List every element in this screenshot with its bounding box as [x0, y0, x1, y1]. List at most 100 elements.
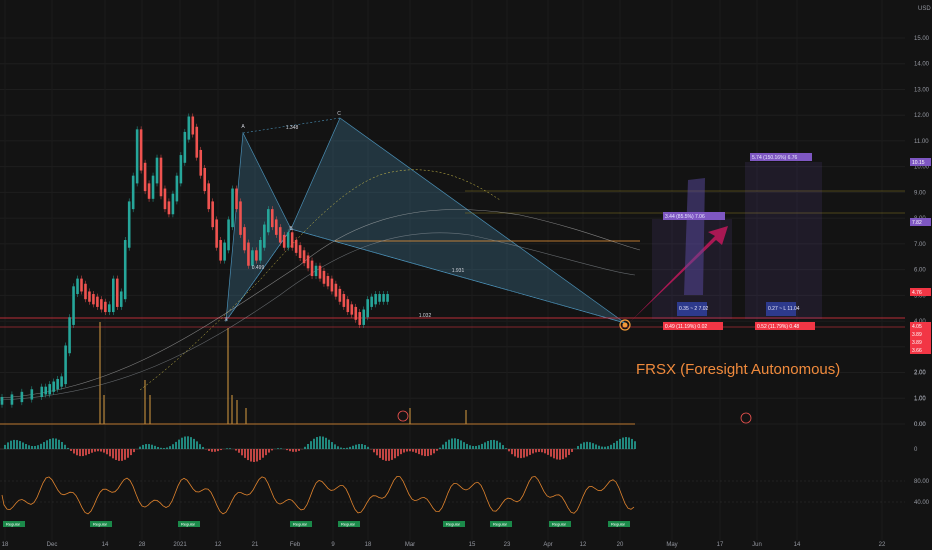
pattern-point-d-core — [622, 322, 628, 328]
macd-bar — [34, 445, 36, 449]
x-tick-label: Feb — [290, 542, 301, 548]
macd-bar — [58, 439, 60, 449]
x-tick-label: 20 — [617, 542, 624, 548]
macd-bar — [67, 447, 69, 449]
macd-bar — [568, 449, 570, 455]
macd-bar — [298, 449, 300, 451]
macd-bar — [595, 444, 597, 449]
macd-bar — [391, 449, 393, 460]
price-tag-label: 3.66 — [912, 348, 922, 354]
candle-body — [362, 309, 366, 325]
pattern-ratio-label: 1.348 — [286, 125, 299, 131]
macd-bar — [403, 449, 405, 453]
macd-bar — [193, 438, 195, 449]
x-tick-label: Apr — [543, 542, 552, 548]
x-tick-label: Mar — [405, 542, 415, 548]
macd-bar — [118, 449, 120, 461]
macd-bar — [277, 448, 279, 449]
y-tick-label: 6.00 — [914, 268, 926, 274]
candle-body — [40, 386, 44, 397]
candle-body — [119, 291, 123, 307]
macd-bar — [607, 446, 609, 449]
macd-bar — [148, 444, 150, 449]
macd-bar — [73, 449, 75, 454]
macd-bar — [49, 438, 51, 449]
macd-bar — [139, 446, 141, 449]
macd-bar — [622, 437, 624, 449]
macd-bar — [619, 438, 621, 449]
x-tick-label: Dec — [47, 542, 58, 548]
macd-bar — [565, 449, 567, 458]
candle-body — [255, 250, 258, 261]
x-tick-label: 14 — [102, 542, 109, 548]
macd-bar — [511, 449, 513, 455]
candle-body — [294, 240, 298, 253]
macd-bar — [133, 449, 135, 453]
macd-bar — [178, 439, 180, 449]
macd-bar — [472, 446, 474, 449]
macd-bar — [316, 437, 318, 449]
candle-body — [358, 312, 362, 325]
y-tick-label: 12.00 — [914, 113, 930, 119]
candle-body — [386, 294, 389, 302]
candle-body — [235, 188, 238, 210]
candle-body — [175, 175, 179, 202]
macd-bar — [373, 449, 375, 453]
candle-body — [207, 183, 210, 210]
macd-bar — [436, 449, 438, 451]
rsi-tick-label: 40.00 — [914, 500, 930, 506]
candle-body — [211, 201, 214, 228]
target-label: 5.74 (150.16%) 6.76 — [752, 155, 798, 161]
macd-bar — [427, 449, 429, 457]
candle-body — [346, 299, 350, 313]
macd-bar — [481, 443, 483, 449]
macd-bar — [631, 438, 633, 449]
candle-body — [151, 175, 155, 199]
candle-body — [72, 286, 75, 325]
candle-body — [374, 294, 377, 305]
candle-body — [80, 278, 83, 292]
candle-body — [52, 381, 55, 392]
candle-body — [223, 242, 226, 261]
macd-bar — [463, 442, 465, 449]
candle-body — [366, 299, 369, 318]
candle-body — [163, 188, 167, 210]
macd-bar — [331, 442, 333, 449]
macd-bar — [508, 449, 510, 452]
macd-bar — [25, 444, 27, 449]
macd-bar — [451, 438, 453, 449]
macd-bar — [457, 439, 459, 449]
price-tag-label: 4.05 — [912, 324, 922, 330]
candle-body — [0, 396, 4, 405]
macd-bar — [304, 446, 306, 449]
candle-body — [96, 296, 99, 307]
candle-body — [310, 260, 314, 277]
volume-tick-label: 1.00 — [914, 396, 926, 402]
macd-bar — [412, 449, 414, 452]
macd-bar — [556, 449, 558, 460]
macd-bar — [496, 440, 498, 449]
macd-bar — [169, 446, 171, 449]
macd-bar — [214, 449, 216, 452]
macd-bar — [112, 449, 114, 459]
macd-bar — [490, 440, 492, 449]
candle-body — [251, 250, 254, 266]
candle-body — [135, 129, 139, 184]
macd-bar — [64, 444, 66, 449]
candle-body — [88, 291, 91, 302]
y-tick-label: 9.00 — [914, 190, 926, 196]
macd-bar — [97, 449, 99, 452]
regular-badge-label: Regular — [611, 522, 626, 527]
macd-bar — [82, 449, 84, 457]
macd-bar — [130, 449, 132, 456]
macd-bar — [364, 445, 366, 449]
macd-bar — [454, 438, 456, 449]
macd-bar — [199, 444, 201, 449]
macd-bar — [349, 446, 351, 449]
macd-bar — [154, 445, 156, 449]
candle-body — [60, 376, 63, 387]
range-label: 0.27 ~ L 11.04 — [768, 306, 800, 312]
macd-bar — [202, 446, 204, 449]
regular-badge-label: Regular — [446, 522, 461, 527]
macd-bar — [598, 445, 600, 449]
